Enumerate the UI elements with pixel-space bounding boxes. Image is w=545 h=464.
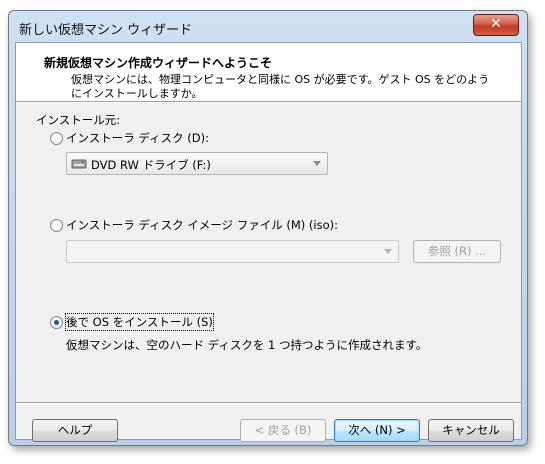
header-title: 新規仮想マシン作成ウィザードへようこそ bbox=[44, 56, 273, 70]
title-bar[interactable]: 新しい仮想マシン ウィザード ✕ bbox=[9, 11, 527, 41]
header-description: 仮想マシンには、物理コンピュータと同様に OS が必要です。ゲスト OS をどの… bbox=[71, 73, 490, 100]
install-later-description: 仮想マシンは、空のハード ディスクを 1 つ持つように作成されます。 bbox=[66, 338, 428, 352]
cancel-button[interactable]: キャンセル bbox=[428, 419, 514, 442]
close-icon: ✕ bbox=[490, 16, 502, 32]
back-button[interactable]: < 戻る (B) bbox=[240, 419, 326, 442]
header-divider bbox=[16, 101, 521, 103]
install-source-label: インストール元: bbox=[36, 113, 121, 127]
wizard-body: 新規仮想マシン作成ウィザードへようこそ 仮想マシンには、物理コンピュータと同様に… bbox=[15, 42, 522, 442]
install-later-radio[interactable] bbox=[50, 316, 63, 329]
window-title: 新しい仮想マシン ウィザード bbox=[19, 23, 193, 38]
iso-image-radio[interactable] bbox=[50, 219, 63, 232]
close-button[interactable]: ✕ bbox=[473, 14, 519, 36]
footer-divider bbox=[16, 402, 521, 404]
iso-path-select[interactable] bbox=[66, 240, 399, 263]
dvd-drive-icon bbox=[71, 159, 87, 169]
install-later-label[interactable]: 後で OS をインストール (S) bbox=[65, 313, 214, 331]
iso-image-label[interactable]: インストーラ ディスク イメージ ファイル (M) (iso): bbox=[66, 217, 338, 233]
chevron-down-icon bbox=[384, 249, 392, 254]
installer-disc-radio[interactable] bbox=[50, 132, 63, 145]
browse-button[interactable]: 参照 (R) ... bbox=[413, 240, 501, 263]
help-button[interactable]: ヘルプ bbox=[32, 419, 118, 442]
installer-disc-label[interactable]: インストーラ ディスク (D): bbox=[66, 130, 209, 146]
wizard-window: 新しい仮想マシン ウィザード ✕ 新規仮想マシン作成ウィザードへようこそ 仮想マ… bbox=[8, 10, 528, 446]
wizard-header: 新規仮想マシン作成ウィザードへようこそ 仮想マシンには、物理コンピュータと同様に… bbox=[16, 43, 521, 101]
next-button[interactable]: 次へ (N) > bbox=[334, 419, 420, 442]
disc-drive-value: DVD RW ドライブ (F:) bbox=[91, 158, 211, 172]
chevron-down-icon bbox=[313, 161, 321, 166]
disc-drive-select[interactable]: DVD RW ドライブ (F:) bbox=[66, 152, 328, 175]
